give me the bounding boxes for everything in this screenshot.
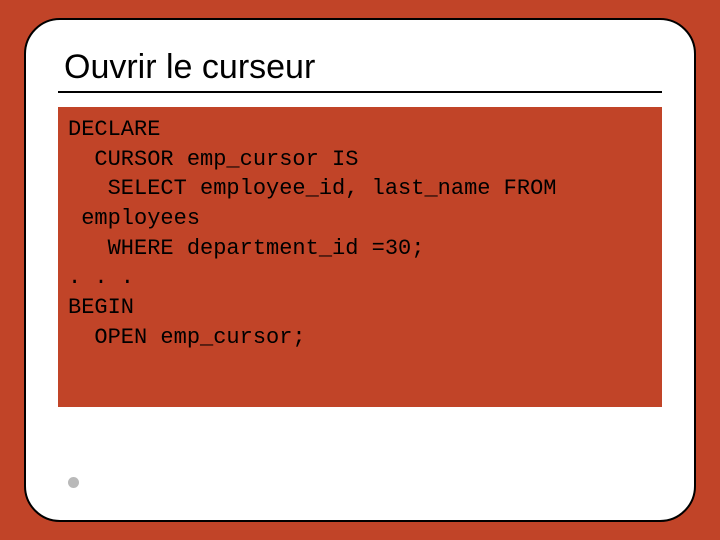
slide: Ouvrir le curseur DECLARE CURSOR emp_cur… — [0, 0, 720, 540]
slide-inner: Ouvrir le curseur DECLARE CURSOR emp_cur… — [24, 18, 696, 522]
slide-title: Ouvrir le curseur — [64, 48, 662, 87]
title-underline — [58, 91, 662, 93]
code-block: DECLARE CURSOR emp_cursor IS SELECT empl… — [58, 107, 662, 407]
slide-number-dot — [68, 477, 79, 488]
